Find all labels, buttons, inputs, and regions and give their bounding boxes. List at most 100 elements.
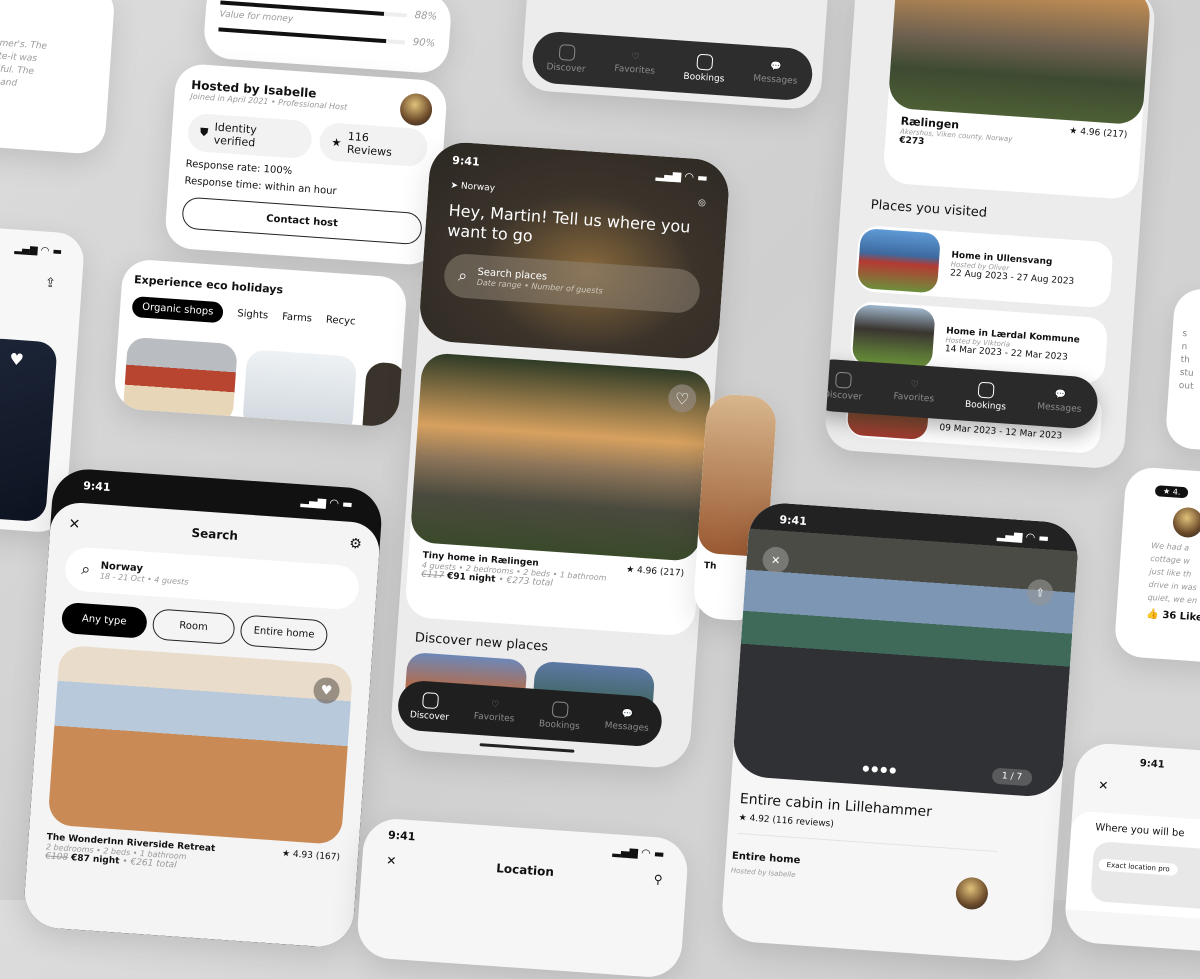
- eco-image[interactable]: [361, 361, 407, 428]
- discover-title: Discover new places: [414, 630, 549, 655]
- listing-image: [887, 0, 1152, 126]
- status-icons: ▂▄▆ ◠ ▬: [655, 168, 709, 185]
- nav-label: Bookings: [538, 718, 581, 732]
- nav-label: Discover: [823, 389, 863, 402]
- profile-icon[interactable]: ◎: [698, 198, 707, 209]
- nav-label: Messages: [1036, 401, 1082, 415]
- nav-favorites[interactable]: ♡ Favorites: [473, 698, 515, 724]
- nav-bookings[interactable]: Bookings: [683, 52, 726, 84]
- nav-discover[interactable]: Discover: [546, 43, 587, 75]
- nav-messages[interactable]: 💬 Messages: [753, 60, 799, 86]
- rating-badge: ★ 4.: [1154, 485, 1189, 499]
- tab-organic-shops[interactable]: Organic shops: [131, 295, 225, 324]
- heart-icon[interactable]: ♥: [312, 676, 341, 705]
- shield-icon: ⛊: [199, 125, 209, 140]
- tab-recycling[interactable]: Recyc: [326, 315, 356, 328]
- reviews-badge[interactable]: ★ 116 Reviews: [318, 121, 429, 168]
- search-input[interactable]: ⌕ Search places Date range • Number of gu…: [442, 252, 702, 315]
- tab-sights[interactable]: Sights: [237, 308, 269, 321]
- listing-card[interactable]: Rælingen ★ 4.96 (217) Akershus, Viken cou…: [882, 0, 1152, 201]
- star-icon: ★: [738, 812, 748, 824]
- nav-favorites[interactable]: ♡ Favorites: [614, 50, 656, 77]
- visited-image: [851, 303, 936, 370]
- listing-image[interactable]: ♡: [409, 352, 713, 562]
- greeting: Hey, Martin! Tell us where you want to g…: [446, 200, 692, 246]
- nav-bookings[interactable]: Bookings: [539, 700, 582, 732]
- listing-image[interactable]: ♥: [47, 644, 354, 845]
- messages-icon: 💬: [770, 61, 783, 73]
- host-avatar[interactable]: [954, 876, 989, 911]
- map-label: Exact location pro: [1098, 858, 1179, 876]
- identity-verified-badge: ⛊ Identity verified: [186, 112, 313, 160]
- status-icons: ▂▄▆ ◠ ▬: [996, 528, 1050, 545]
- divider: [737, 832, 997, 853]
- review-line: quiet, we en: [1147, 592, 1198, 606]
- nav-bookings[interactable]: Bookings: [965, 380, 1008, 412]
- search-input[interactable]: ⌕ Norway 18 - 21 Oct • 4 guests: [63, 546, 361, 611]
- carousel-dots[interactable]: ●●●●: [862, 763, 898, 774]
- nav-messages[interactable]: 💬 Messages: [1037, 388, 1083, 414]
- nav-messages[interactable]: 💬 Messages: [604, 707, 650, 733]
- like-button[interactable]: 👍 36 Like: [1146, 608, 1200, 627]
- location-label: Norway: [460, 181, 496, 194]
- rating-value: 90%: [412, 37, 436, 50]
- review-card-top: s n th stu out: [1164, 287, 1200, 453]
- close-button[interactable]: ✕: [761, 546, 790, 574]
- section-title: Entire home: [731, 850, 801, 867]
- nav-favorites[interactable]: ♡ Favorites: [893, 378, 935, 404]
- close-icon[interactable]: ✕: [68, 516, 81, 533]
- search-phone: 9:41 ▂▄▆ ◠ ▬ ✕ Search ⚙ ⌕ Norway 18 - 21 O…: [22, 467, 384, 949]
- star-icon: ★: [1068, 126, 1078, 137]
- map[interactable]: Exact location pro: [1090, 841, 1200, 911]
- heart-icon[interactable]: ♡: [667, 383, 698, 414]
- nav-discover[interactable]: Discover: [409, 691, 451, 723]
- button-label: Contact host: [265, 212, 339, 229]
- location-phone: 9:41 ▂▄▆ ◠ ▬ ✕ Location ⚲: [355, 816, 690, 979]
- review-card: ★ 4. We had a cottage w just like th dri…: [1113, 466, 1200, 664]
- compass-icon: [835, 371, 853, 389]
- nav-label: Bookings: [683, 71, 725, 85]
- page-title: Location: [495, 861, 555, 880]
- status-icons: ▂▄▆ ◠ ▬: [612, 844, 665, 861]
- nav-label: Discover: [409, 709, 450, 723]
- share-button[interactable]: ⇪: [1026, 578, 1054, 607]
- cabin-rating[interactable]: 4.92 (116 reviews): [749, 814, 834, 830]
- messages-icon: 💬: [1054, 389, 1067, 401]
- cabin-gallery[interactable]: 9:41 ▂▄▆ ◠ ▬ ✕ ⇪ ●●●● 1 / 7: [731, 501, 1080, 799]
- section-title: Where you will be: [1094, 822, 1185, 840]
- nav-label: Messages: [604, 720, 650, 734]
- visited-item[interactable]: Home in Ullensvang Hosted by Oliver 22 Aug…: [854, 224, 1114, 309]
- bookings-icon: [978, 381, 996, 399]
- location-selector[interactable]: ➤ Norway: [450, 181, 495, 194]
- nav-label: Discover: [546, 61, 586, 75]
- contact-host-button[interactable]: Contact host: [181, 196, 423, 246]
- nav-label: Favorites: [893, 391, 935, 405]
- badge-label: Identity verified: [213, 120, 258, 150]
- user-pin-icon[interactable]: ⚲: [653, 872, 663, 887]
- filter-any-type[interactable]: Any type: [60, 601, 148, 639]
- filter-room[interactable]: Room: [151, 608, 236, 645]
- heart-icon: ♡: [631, 51, 640, 63]
- nav-discover[interactable]: Discover: [824, 370, 864, 402]
- share-icon[interactable]: ⇪: [44, 276, 56, 292]
- visited-title: Places you visited: [870, 197, 988, 221]
- status-icons: ▂▄▆ ◠ ▬: [14, 243, 63, 258]
- rating-value: 88%: [414, 10, 438, 23]
- filter-icon[interactable]: ⚙: [349, 536, 363, 553]
- close-icon[interactable]: ✕: [1098, 778, 1200, 802]
- nav-label: Bookings: [964, 399, 1007, 413]
- search-icon: ⌕: [457, 265, 468, 286]
- bottom-nav: Discover ♡ Favorites Bookings 💬 Messages: [531, 30, 814, 102]
- compass-icon: [558, 43, 576, 61]
- tab-farms[interactable]: Farms: [282, 311, 313, 324]
- star-icon: ★: [331, 135, 342, 149]
- eco-holidays-card: Experience eco holidays Organic shops Si…: [113, 258, 408, 428]
- filter-entire-home[interactable]: Entire home: [239, 614, 329, 652]
- nav-label: Favorites: [614, 63, 656, 77]
- close-icon[interactable]: ✕: [386, 853, 397, 868]
- host-card: Hosted by Isabelle Joined in April 2021 …: [163, 62, 449, 267]
- heart-icon[interactable]: ♥: [9, 349, 25, 369]
- eco-image[interactable]: [122, 336, 238, 425]
- listing-card[interactable]: ♡ Tiny home in Rælingen ★ 4.96 (217) 4 gu…: [404, 352, 713, 637]
- eco-image[interactable]: [241, 349, 358, 428]
